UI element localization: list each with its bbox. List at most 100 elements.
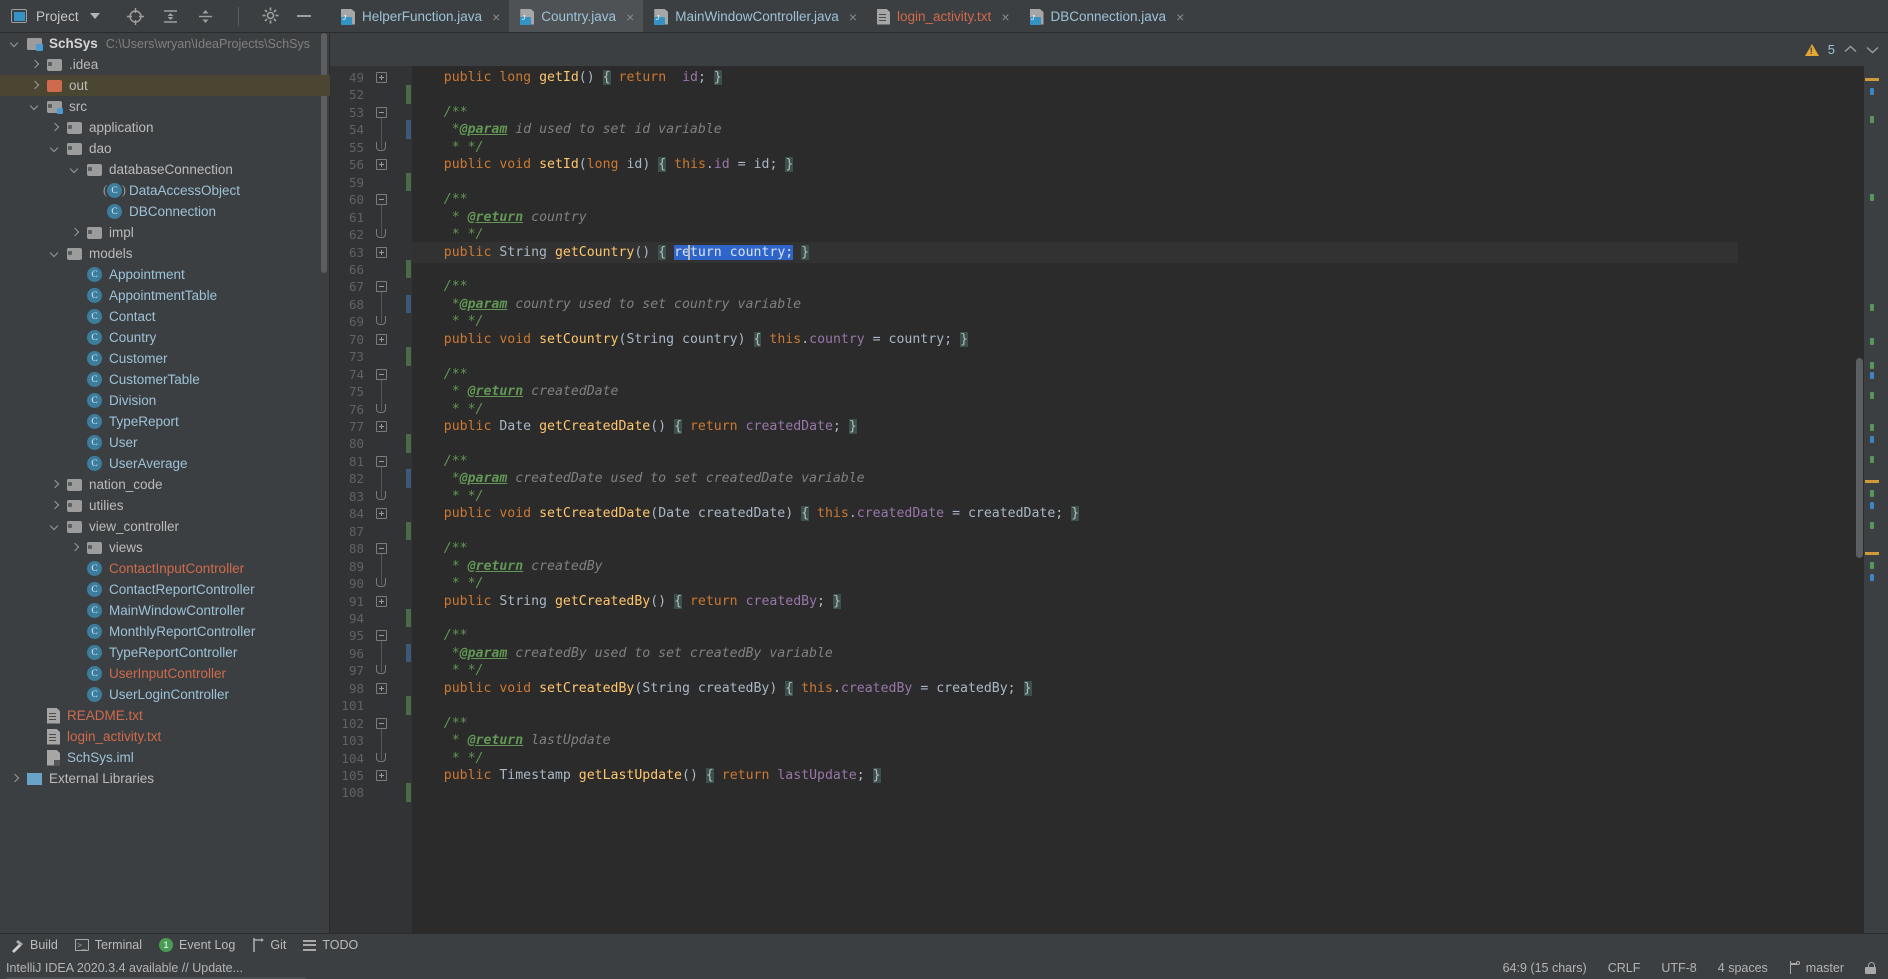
minimize-icon[interactable] xyxy=(296,7,316,26)
vcs-change-marker[interactable] xyxy=(406,294,411,314)
code-fold-plus-icon[interactable] xyxy=(376,508,387,520)
code-fold-minus-icon[interactable] xyxy=(376,455,387,467)
editor-vertical-scrollbar[interactable] xyxy=(1856,358,1863,558)
tree-node[interactable]: C CustomerTable xyxy=(0,369,330,390)
tree-node[interactable]: out xyxy=(0,75,330,96)
chevron-right-icon[interactable] xyxy=(50,122,61,133)
tool-window-button[interactable]: Git xyxy=(248,938,299,952)
tree-node[interactable]: C Customer xyxy=(0,348,330,369)
tree-node[interactable]: view_controller xyxy=(0,516,330,537)
close-icon[interactable]: × xyxy=(1176,9,1184,25)
status-message[interactable]: IntelliJ IDEA 2020.3.4 available // Upda… xyxy=(6,961,243,975)
chevron-down-icon[interactable] xyxy=(50,521,61,532)
tree-node[interactable]: External Libraries xyxy=(0,768,330,789)
tree-node[interactable]: .idea xyxy=(0,54,330,75)
stripe-marker-green[interactable] xyxy=(1870,562,1874,569)
stripe-marker-green[interactable] xyxy=(1870,116,1874,123)
vcs-change-marker[interactable] xyxy=(406,696,411,715)
code-fold-minus-icon[interactable] xyxy=(376,281,387,293)
tree-node[interactable]: C Appointment xyxy=(0,264,330,285)
stripe-marker-blue[interactable] xyxy=(1870,436,1874,443)
code-fold-minus-icon[interactable] xyxy=(376,717,387,729)
stripe-marker-green[interactable] xyxy=(1870,362,1874,369)
chevron-right-icon[interactable] xyxy=(30,80,41,91)
code-fold-plus-icon[interactable] xyxy=(376,595,387,607)
code-fold-minus-icon[interactable] xyxy=(376,630,387,642)
tree-node[interactable]: C Country xyxy=(0,327,330,348)
vcs-change-marker[interactable] xyxy=(406,521,411,541)
tree-node[interactable]: nation_code xyxy=(0,474,330,495)
code-editor[interactable]: 49 52 53 54 55 56 59 60 61 62 63 66 67 68 69 70 73 74 75 76… xyxy=(330,66,1888,933)
stripe-marker-blue[interactable] xyxy=(1870,372,1874,379)
editor-tab[interactable]: MainWindowController.java × xyxy=(643,0,866,32)
tree-node[interactable]: models xyxy=(0,243,330,264)
stripe-marker-orange[interactable] xyxy=(1865,78,1879,81)
chevron-right-icon[interactable] xyxy=(10,773,21,784)
vcs-change-marker[interactable] xyxy=(406,85,411,104)
chevron-right-icon[interactable] xyxy=(50,500,61,511)
tree-node[interactable]: C MainWindowController xyxy=(0,600,330,621)
chevron-down-icon[interactable] xyxy=(50,143,61,154)
vcs-change-marker[interactable] xyxy=(406,643,411,663)
tool-window-button[interactable]: 1 Event Log xyxy=(155,938,248,952)
project-tree[interactable]: SchSys C:\Users\wryan\IdeaProjects\SchSys… xyxy=(0,33,330,933)
line-separator[interactable]: CRLF xyxy=(1608,961,1641,975)
stripe-marker-blue[interactable] xyxy=(1870,574,1874,581)
chevron-down-icon[interactable] xyxy=(10,38,21,49)
close-icon[interactable]: × xyxy=(626,9,634,25)
code-fold-end-icon[interactable] xyxy=(376,403,386,413)
chevron-down-icon[interactable] xyxy=(70,164,81,175)
tree-node[interactable]: login_activity.txt xyxy=(0,726,330,747)
tree-node[interactable]: src xyxy=(0,96,330,117)
stripe-marker-green[interactable] xyxy=(1870,304,1874,311)
locate-icon[interactable] xyxy=(126,7,145,26)
code-fold-plus-icon[interactable] xyxy=(376,682,387,694)
stripe-marker-green[interactable] xyxy=(1870,392,1874,399)
chevron-right-icon[interactable] xyxy=(70,542,81,553)
caret-position[interactable]: 64:9 (15 chars) xyxy=(1503,961,1587,975)
tree-node[interactable]: C User xyxy=(0,432,330,453)
code-fold-minus-icon[interactable] xyxy=(376,194,387,206)
stripe-marker-green[interactable] xyxy=(1870,490,1874,497)
chevron-down-icon[interactable] xyxy=(30,101,41,112)
tree-node[interactable]: C MonthlyReportController xyxy=(0,621,330,642)
editor-gutter[interactable]: 49 52 53 54 55 56 59 60 61 62 63 66 67 68 69 70 73 74 75 76… xyxy=(330,66,412,933)
code-fold-plus-icon[interactable] xyxy=(376,159,387,171)
vcs-change-marker[interactable] xyxy=(406,120,411,139)
tree-node[interactable]: README.txt xyxy=(0,705,330,726)
tree-node[interactable]: C UserLoginController xyxy=(0,684,330,705)
tree-node[interactable]: C TypeReportController xyxy=(0,642,330,663)
editor-tab[interactable]: Country.java × xyxy=(509,0,644,32)
previous-problem-icon[interactable] xyxy=(1844,42,1857,57)
code-fold-minus-icon[interactable] xyxy=(376,543,387,555)
tree-node[interactable]: CDataAccessObject xyxy=(0,180,330,201)
chevron-down-icon[interactable] xyxy=(89,13,100,19)
code-fold-end-icon[interactable] xyxy=(376,665,386,675)
stripe-marker-green[interactable] xyxy=(1870,194,1874,201)
tree-node[interactable]: databaseConnection xyxy=(0,159,330,180)
tree-node[interactable]: utilies xyxy=(0,495,330,516)
close-icon[interactable]: × xyxy=(1001,9,1009,25)
code-fold-end-icon[interactable] xyxy=(376,752,386,762)
tool-window-button[interactable]: >_ Terminal xyxy=(71,938,155,952)
code-fold-plus-icon[interactable] xyxy=(376,246,387,258)
code-fold-minus-icon[interactable] xyxy=(376,106,387,118)
stripe-marker-green[interactable] xyxy=(1870,456,1874,463)
stripe-marker-green[interactable] xyxy=(1870,338,1874,345)
chevron-down-icon[interactable] xyxy=(50,248,61,259)
code-fold-plus-icon[interactable] xyxy=(376,421,387,432)
tree-node[interactable]: dao xyxy=(0,138,330,159)
vcs-change-marker[interactable] xyxy=(406,259,411,279)
next-problem-icon[interactable] xyxy=(1866,42,1879,57)
collapse-all-icon[interactable] xyxy=(196,7,215,26)
tree-node[interactable]: SchSys.iml xyxy=(0,747,330,768)
vcs-change-marker[interactable] xyxy=(406,783,411,802)
code-fold-end-icon[interactable] xyxy=(376,490,386,500)
expand-all-icon[interactable] xyxy=(161,7,180,26)
tree-node[interactable]: C Contact xyxy=(0,306,330,327)
project-tool-window-header[interactable]: Project xyxy=(0,0,330,32)
indent-setting[interactable]: 4 spaces xyxy=(1718,961,1768,975)
stripe-marker-green[interactable] xyxy=(1870,522,1874,529)
tree-node[interactable]: C Division xyxy=(0,390,330,411)
code-fold-end-icon[interactable] xyxy=(376,578,386,588)
